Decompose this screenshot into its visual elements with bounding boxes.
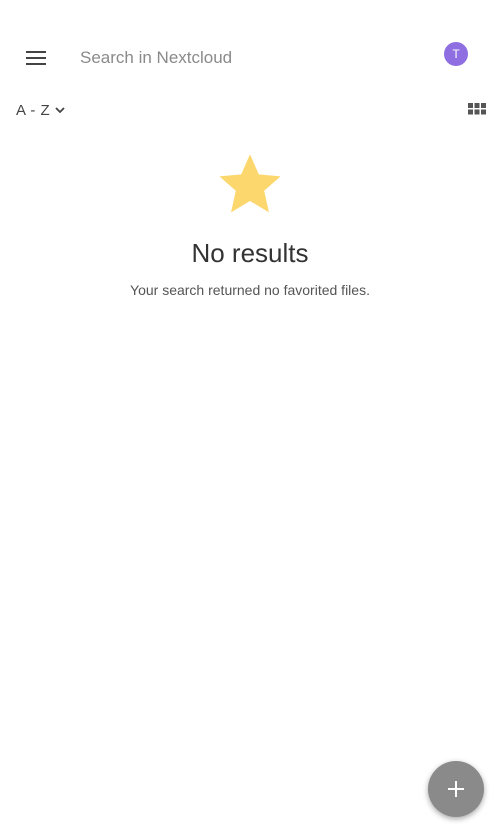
favorites-screen: T A - Z No results Your search returned … [0,0,500,833]
empty-state-title: No results [191,238,309,268]
grid-view-icon [468,103,486,115]
avatar[interactable]: T [444,42,468,66]
search-input[interactable] [80,44,410,72]
add-button[interactable] [428,761,484,817]
menu-icon [26,51,46,65]
plus-icon [448,781,464,797]
chevron-down-icon [54,103,68,117]
menu-button[interactable] [24,46,48,70]
sort-label: A - Z [16,101,51,119]
empty-state-message: Your search returned no favorited files. [130,282,370,298]
search-bar: T [16,30,484,86]
view-toggle-button[interactable] [466,100,488,120]
empty-state: No results Your search returned no favor… [0,150,500,298]
star-icon [219,154,281,213]
sort-button[interactable]: A - Z [16,98,68,122]
